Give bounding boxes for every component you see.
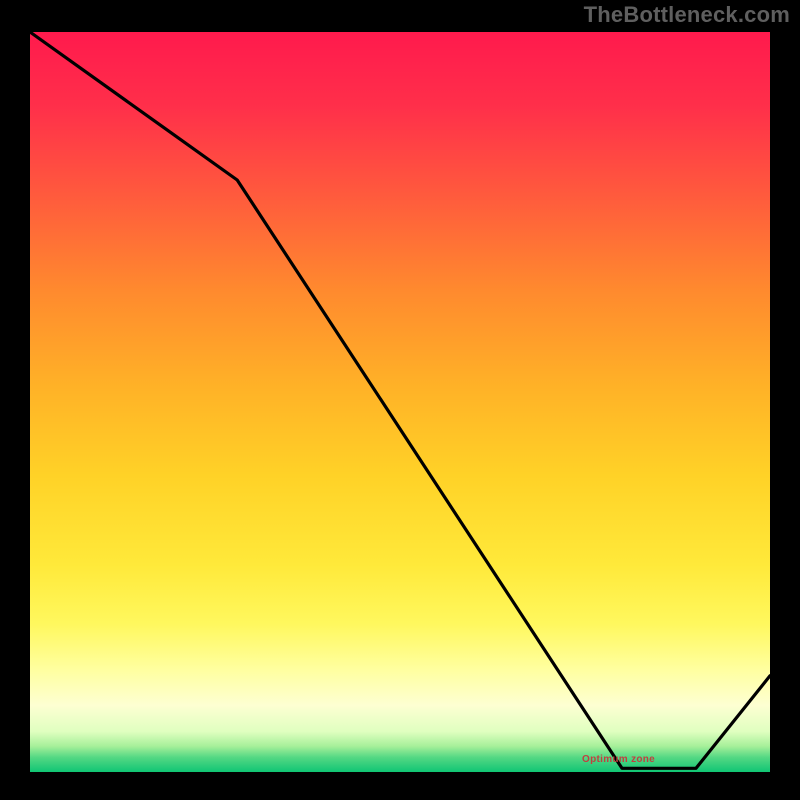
chart-stage: TheBottleneck.com Optimum zone [0,0,800,800]
plot-background [30,32,770,772]
bottleneck-chart [0,0,800,800]
optimum-dip-label: Optimum zone [582,754,655,765]
